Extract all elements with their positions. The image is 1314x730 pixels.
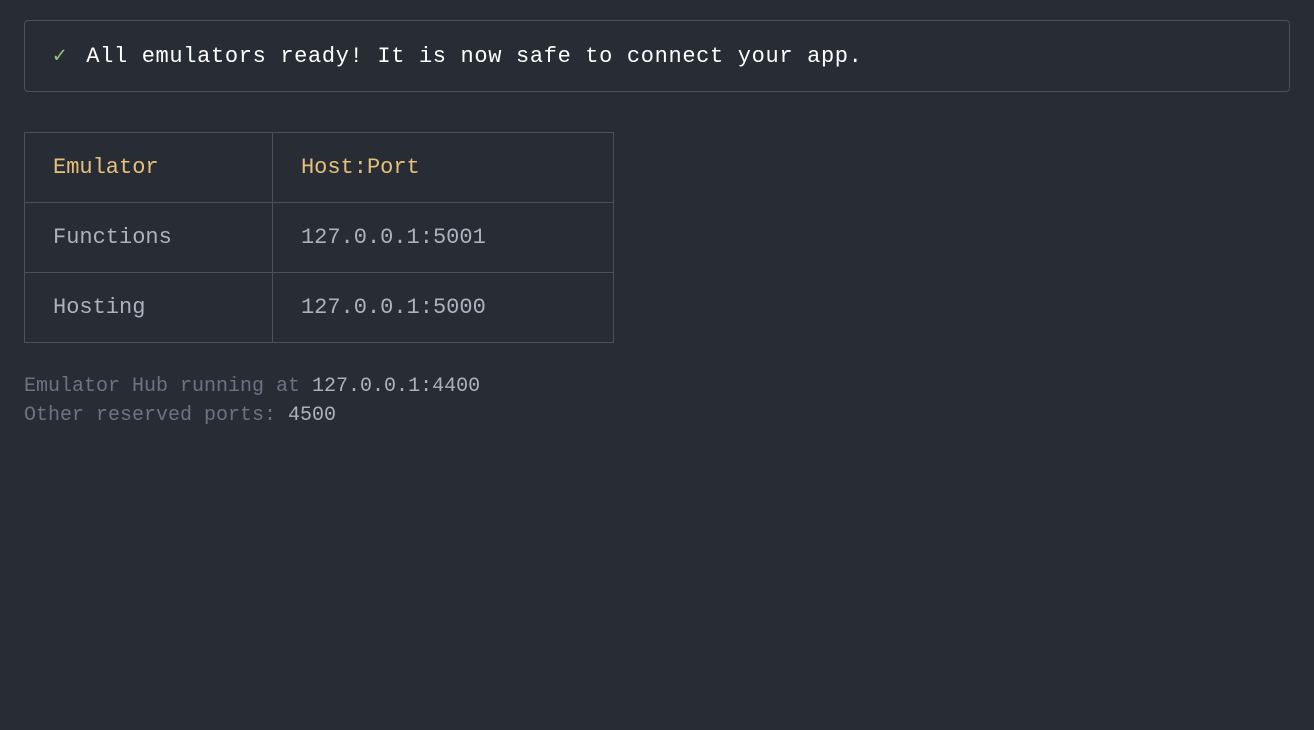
table-row: Functions127.0.0.1:5001 (25, 203, 614, 273)
ports-label: Other reserved ports: (24, 404, 288, 427)
hub-info-line: Emulator Hub running at 127.0.0.1:4400 (24, 375, 1290, 398)
footer-info: Emulator Hub running at 127.0.0.1:4400 O… (24, 375, 1290, 427)
success-banner: ✓ All emulators ready! It is now safe to… (24, 20, 1290, 92)
col-header-emulator: Emulator (25, 133, 273, 203)
table-header-row: Emulator Host:Port (25, 133, 614, 203)
checkmark-icon: ✓ (53, 43, 66, 69)
hub-label: Emulator Hub running at (24, 375, 312, 398)
cell-emulator-1: Hosting (25, 273, 273, 343)
emulator-table: Emulator Host:Port Functions127.0.0.1:50… (24, 132, 614, 343)
ports-value: 4500 (288, 404, 336, 427)
banner-message: All emulators ready! It is now safe to c… (86, 44, 862, 69)
cell-hostport-1: 127.0.0.1:5000 (272, 273, 613, 343)
ports-info-line: Other reserved ports: 4500 (24, 404, 1290, 427)
table-row: Hosting127.0.0.1:5000 (25, 273, 614, 343)
cell-emulator-0: Functions (25, 203, 273, 273)
hub-value: 127.0.0.1:4400 (312, 375, 480, 398)
emulator-table-container: Emulator Host:Port Functions127.0.0.1:50… (24, 132, 1290, 343)
cell-hostport-0: 127.0.0.1:5001 (272, 203, 613, 273)
col-header-hostport: Host:Port (272, 133, 613, 203)
